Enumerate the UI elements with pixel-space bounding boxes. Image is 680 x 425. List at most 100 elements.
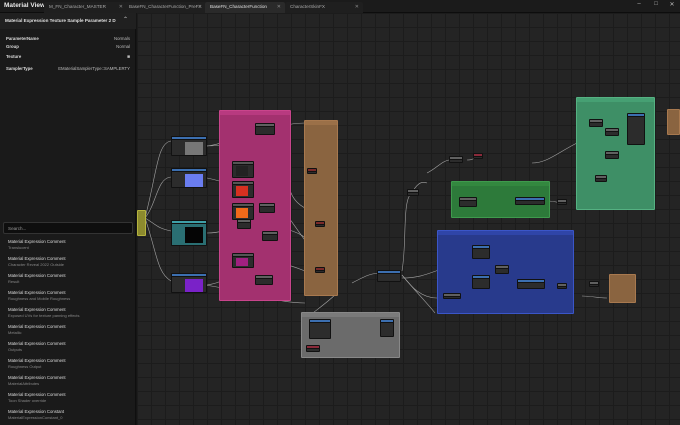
texture-preview xyxy=(185,142,203,155)
vector-parameter-node[interactable] xyxy=(232,253,254,268)
math-node[interactable] xyxy=(449,156,463,163)
vector-parameter-node[interactable] xyxy=(232,203,254,220)
node-header xyxy=(628,114,644,117)
math-node[interactable] xyxy=(557,199,567,205)
property-value[interactable]: Normal xyxy=(116,44,130,49)
close-icon[interactable]: ✕ xyxy=(119,2,123,12)
vector-parameter-node[interactable] xyxy=(232,181,254,198)
property-row-texture[interactable]: Texture ■ xyxy=(0,52,136,62)
property-value[interactable]: Normals xyxy=(114,36,130,41)
math-node[interactable] xyxy=(255,275,273,285)
list-item[interactable]: Material Expression Comment Roughness an… xyxy=(8,290,132,306)
vector-parameter-node[interactable] xyxy=(232,161,254,178)
node-header xyxy=(233,182,253,185)
folder-icon[interactable]: ■ xyxy=(127,54,130,60)
color-swatch xyxy=(236,166,248,176)
math-node[interactable] xyxy=(589,281,599,287)
math-node[interactable] xyxy=(259,203,275,213)
math-node[interactable] xyxy=(595,175,607,182)
node-header xyxy=(408,190,418,193)
tab-m-fn-character-master[interactable]: M_FN_Character_MASTER ✕ xyxy=(44,2,127,13)
list-item[interactable]: Material Expression Comment Result xyxy=(8,273,132,289)
math-node[interactable] xyxy=(306,345,320,352)
node-header xyxy=(238,220,250,223)
math-node[interactable] xyxy=(315,267,325,273)
search-input[interactable]: Search... xyxy=(3,222,133,234)
tab-basefn-prefx[interactable]: BaseFN_CharacterFunction_PreFX ✕ xyxy=(124,2,206,13)
math-node[interactable] xyxy=(443,293,461,299)
list-item[interactable]: Material Expression Comment Character Re… xyxy=(8,256,132,272)
list-item-subtitle: Result xyxy=(8,278,20,284)
function-node[interactable] xyxy=(472,275,490,289)
node-graph-canvas[interactable] xyxy=(137,13,680,425)
list-item-subtitle: MaterialExpressionConstant_0 xyxy=(8,414,63,420)
property-row-samplertype[interactable]: SamplerType EMaterialSamplerType::SAMPLE… xyxy=(0,64,136,74)
node-header xyxy=(378,271,400,274)
math-node[interactable] xyxy=(459,197,477,207)
tab-characterskinfx[interactable]: CharacterSkinFX ✕ xyxy=(285,2,363,13)
tab-basefn-characterfunction[interactable]: BaseFN_CharacterFunction ✕ xyxy=(205,2,285,13)
comment-header xyxy=(302,313,399,317)
color-swatch xyxy=(236,186,248,196)
list-item[interactable]: Material Expression Comment Metallic xyxy=(8,324,132,340)
list-item[interactable]: Material Expression Constant MaterialExp… xyxy=(8,409,132,425)
close-icon[interactable]: ✕ xyxy=(198,2,202,12)
list-item[interactable]: Material Expression Comment Roughness Ou… xyxy=(8,358,132,374)
details-header[interactable]: Material Expression Texture Sample Param… xyxy=(0,13,136,29)
math-node[interactable] xyxy=(377,270,401,282)
maximize-button[interactable]: □ xyxy=(651,1,661,7)
texture-parameter-node[interactable] xyxy=(171,168,207,188)
node-header xyxy=(558,284,566,287)
function-node[interactable] xyxy=(515,197,545,205)
texture-parameter-node[interactable] xyxy=(171,136,207,156)
property-row-group[interactable]: Group Normal xyxy=(0,42,136,52)
list-item-subtitle: Translucent xyxy=(8,244,29,250)
math-node[interactable] xyxy=(605,151,619,159)
property-value[interactable]: EMaterialSamplerType::SAMPLERTY xyxy=(58,66,130,71)
texture-parameter-node[interactable] xyxy=(171,273,207,293)
texture-parameter-node[interactable] xyxy=(171,220,207,246)
node-header xyxy=(172,221,206,224)
math-node[interactable] xyxy=(307,168,317,174)
node-header xyxy=(474,154,482,157)
list-item[interactable]: Material Expression Comment MaterialAttr… xyxy=(8,375,132,391)
comment-box-olive[interactable] xyxy=(137,210,146,236)
math-node[interactable] xyxy=(605,128,619,136)
math-node[interactable] xyxy=(237,219,251,229)
list-item[interactable]: Material Expression Comment Outputs xyxy=(8,341,132,357)
node-header xyxy=(473,276,489,279)
math-node[interactable] xyxy=(495,265,509,274)
math-node[interactable] xyxy=(589,119,603,127)
function-node[interactable] xyxy=(517,279,545,289)
node-header xyxy=(233,162,253,165)
texture-preview xyxy=(185,279,203,292)
math-node[interactable] xyxy=(315,221,325,227)
list-item[interactable]: Material Expression Comment Exposed UVs … xyxy=(8,307,132,323)
math-node[interactable] xyxy=(473,153,483,159)
node-header xyxy=(558,200,566,203)
node-header xyxy=(606,152,618,155)
tab-label: CharacterSkinFX xyxy=(290,4,325,9)
math-node[interactable] xyxy=(255,123,275,135)
comment-box-magenta[interactable] xyxy=(219,110,291,301)
property-name: Group xyxy=(6,44,19,49)
math-node[interactable] xyxy=(407,189,419,196)
minimize-button[interactable]: – xyxy=(634,1,644,7)
comment-box-brown-edge[interactable] xyxy=(667,109,680,135)
function-node[interactable] xyxy=(627,113,645,145)
close-icon[interactable]: ✕ xyxy=(355,2,359,12)
list-item[interactable]: Material Expression Comment Translucent xyxy=(8,239,132,255)
comment-header xyxy=(220,111,290,115)
node-header xyxy=(606,129,618,132)
tab-label: BaseFN_CharacterFunction_PreFX xyxy=(129,4,202,9)
function-node[interactable] xyxy=(380,319,394,337)
math-node[interactable] xyxy=(262,231,278,241)
chevron-up-icon[interactable]: ⌃ xyxy=(123,16,128,23)
math-node[interactable] xyxy=(557,283,567,289)
list-item[interactable]: Material Expression Comment Toon Shader … xyxy=(8,392,132,408)
comment-box-brown-small[interactable] xyxy=(609,274,636,303)
close-icon[interactable]: ✕ xyxy=(277,2,281,12)
close-window-button[interactable]: ✕ xyxy=(667,1,677,8)
function-node[interactable] xyxy=(472,245,490,259)
function-node[interactable] xyxy=(309,319,331,339)
